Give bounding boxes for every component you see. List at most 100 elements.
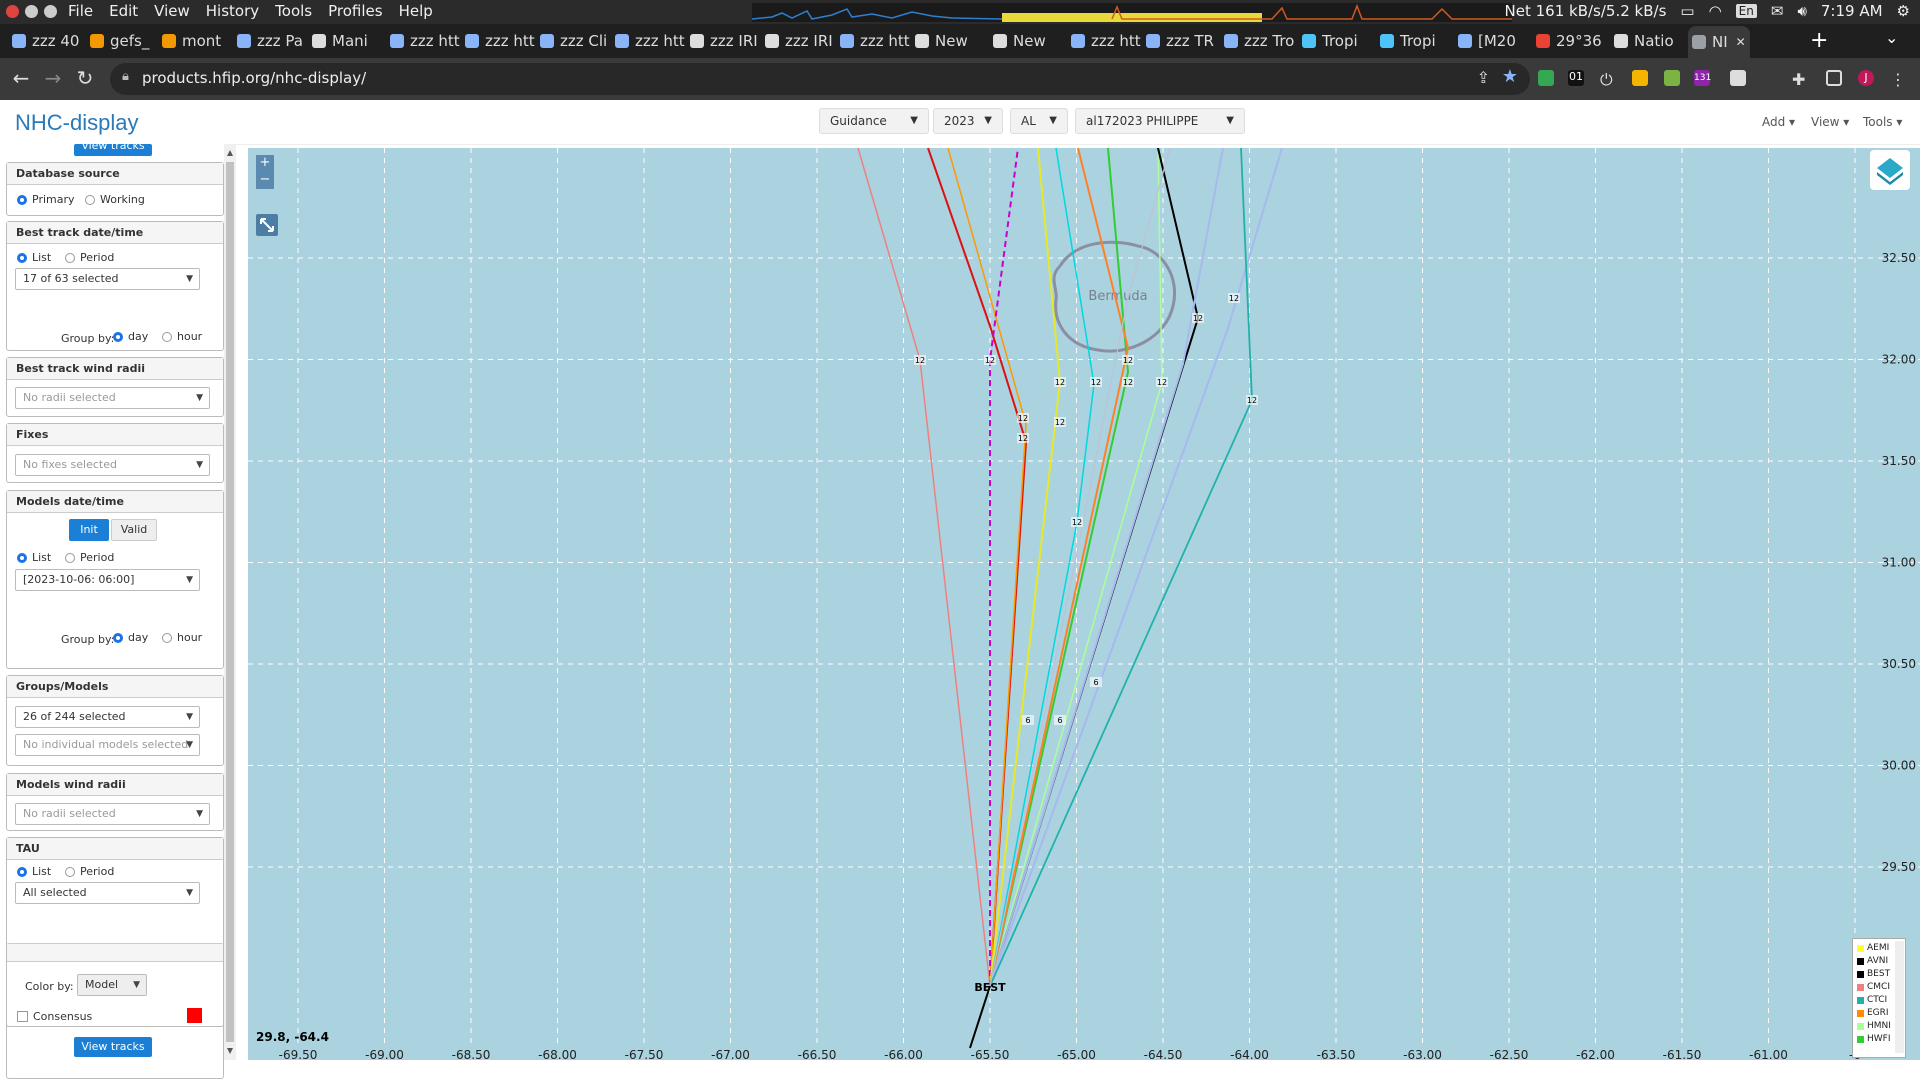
view-tracks-button-top[interactable]: View tracks xyxy=(74,144,152,156)
zoom-in-button[interactable]: + xyxy=(256,155,274,172)
layers-button[interactable] xyxy=(1870,150,1910,190)
mail-icon[interactable]: ✉ xyxy=(1771,2,1784,20)
extension-icon[interactable] xyxy=(1632,70,1648,86)
radio-period[interactable]: Period xyxy=(65,865,114,878)
individual-models-select[interactable]: No individual models selected ▼ xyxy=(15,734,200,756)
browser-tab[interactable]: New xyxy=(989,28,1071,54)
browser-menu-icon[interactable]: ⋮ xyxy=(1890,70,1906,89)
tau-select[interactable]: All selected ▼ xyxy=(15,882,200,904)
browser-tab[interactable]: zzz htt xyxy=(461,28,540,54)
radio-working[interactable]: Working xyxy=(85,193,145,206)
back-icon[interactable]: ← xyxy=(8,66,34,90)
browser-tab[interactable]: 29°36 xyxy=(1532,28,1614,54)
radio-list[interactable]: List xyxy=(17,251,51,264)
tools-menu[interactable]: Tools ▾ xyxy=(1863,115,1902,129)
close-window-icon[interactable] xyxy=(6,5,19,18)
browser-tab[interactable]: zzz Pa xyxy=(233,28,312,54)
side-panel-icon[interactable] xyxy=(1826,70,1842,86)
reload-icon[interactable]: ↻ xyxy=(72,66,98,90)
radio-period[interactable]: Period xyxy=(65,551,114,564)
models-radii-select[interactable]: No radii selected ▼ xyxy=(15,803,210,825)
valid-button[interactable]: Valid xyxy=(111,519,157,541)
fixes-select[interactable]: No fixes selected ▼ xyxy=(15,454,210,476)
add-menu[interactable]: Add ▾ xyxy=(1762,115,1795,129)
radio-hour[interactable]: hour xyxy=(162,631,202,644)
extension-icon[interactable] xyxy=(1664,70,1680,86)
menu-tools[interactable]: Tools xyxy=(275,2,312,20)
best-track-select[interactable]: 17 of 63 selected ▼ xyxy=(15,268,200,290)
storm-select[interactable]: al172023 PHILIPPE ▼ xyxy=(1075,108,1245,134)
product-select[interactable]: Guidance ▼ xyxy=(819,108,929,134)
zoom-out-button[interactable]: − xyxy=(256,172,274,189)
menu-profiles[interactable]: Profiles xyxy=(328,2,382,20)
drive-icon[interactable]: ▭ xyxy=(1680,2,1694,20)
models-datetime-select[interactable]: [2023-10-06: 06:00] ▼ xyxy=(15,569,200,591)
browser-tab[interactable]: New xyxy=(911,28,993,54)
radio-hour[interactable]: hour xyxy=(162,330,202,343)
browser-tab[interactable]: [M20 xyxy=(1454,28,1536,54)
browser-tab[interactable]: zzz TR xyxy=(1142,28,1224,54)
extension-icon[interactable] xyxy=(1538,70,1554,86)
browser-tab[interactable]: Mani xyxy=(308,28,390,54)
menu-edit[interactable]: Edit xyxy=(109,2,138,20)
fullscreen-icon[interactable] xyxy=(256,214,278,236)
extension-badge[interactable]: 131 xyxy=(1694,70,1711,86)
browser-tab[interactable]: zzz htt xyxy=(1067,28,1146,54)
init-button[interactable]: Init xyxy=(69,519,109,541)
clock[interactable]: 7:19 AM xyxy=(1821,2,1883,20)
best-radii-select[interactable]: No radii selected ▼ xyxy=(15,387,210,409)
browser-tab[interactable]: zzz Cli xyxy=(536,28,615,54)
browser-tab[interactable]: Tropi xyxy=(1376,28,1458,54)
browser-tab[interactable]: zzz htt xyxy=(386,28,465,54)
browser-tab[interactable]: zzz 40 xyxy=(8,28,90,54)
browser-tab[interactable]: gefs_ xyxy=(86,28,162,54)
browser-tab[interactable]: zzz IRI xyxy=(761,28,840,54)
menu-history[interactable]: History xyxy=(206,2,259,20)
browser-tab[interactable]: zzz Tro xyxy=(1220,28,1302,54)
maximize-window-icon[interactable] xyxy=(44,5,57,18)
radio-day[interactable]: day xyxy=(113,631,148,644)
menu-help[interactable]: Help xyxy=(399,2,433,20)
browser-tab[interactable]: NI ✕ xyxy=(1688,26,1750,58)
consensus-color-swatch[interactable] xyxy=(187,1008,202,1023)
extension-counter[interactable]: 01 xyxy=(1568,70,1584,86)
track-map[interactable]: -69.50 -69.00 -68.50 -68.00 -67.50 -67.00 -66.… xyxy=(248,148,1920,1060)
volume-icon[interactable]: 🔊︎ xyxy=(1797,2,1806,20)
power-icon[interactable]: ⏻ xyxy=(1600,70,1616,89)
share-icon[interactable]: ⇪ xyxy=(1477,68,1490,87)
ocean-background[interactable] xyxy=(248,148,1920,1060)
lock-icon[interactable]: 🔒︎ xyxy=(122,69,129,84)
browser-tab[interactable]: mont xyxy=(158,28,237,54)
settings-icon[interactable]: ⚙ xyxy=(1897,2,1910,20)
color-by-select[interactable]: Model ▼ xyxy=(77,974,147,996)
bookmark-star-icon[interactable]: ★ xyxy=(1502,66,1518,87)
menu-file[interactable]: File xyxy=(68,2,93,20)
view-tracks-button[interactable]: View tracks xyxy=(74,1037,152,1057)
browser-tab[interactable]: zzz IRI xyxy=(686,28,765,54)
profile-avatar[interactable]: J xyxy=(1858,70,1874,86)
radio-period[interactable]: Period xyxy=(65,251,114,264)
radio-primary[interactable]: Primary xyxy=(17,193,75,206)
basin-select[interactable]: AL ▼ xyxy=(1010,108,1068,134)
radio-list[interactable]: List xyxy=(17,865,51,878)
radio-list[interactable]: List xyxy=(17,551,51,564)
minimize-window-icon[interactable] xyxy=(25,5,38,18)
legend-scrollbar[interactable] xyxy=(1895,941,1904,1053)
consensus-checkbox[interactable]: Consensus xyxy=(17,1010,92,1023)
radio-day[interactable]: day xyxy=(113,330,148,343)
new-tab-icon[interactable]: + xyxy=(1810,28,1828,53)
view-menu[interactable]: View ▾ xyxy=(1811,115,1849,129)
year-select[interactable]: 2023 ▼ xyxy=(933,108,1003,134)
document-icon[interactable] xyxy=(1730,70,1746,86)
menu-view[interactable]: View xyxy=(154,2,190,20)
browser-tab[interactable]: Natio xyxy=(1610,28,1692,54)
address-bar[interactable]: 🔒︎ products.hfip.org/nhc-display/ ⇪ ★ xyxy=(110,63,1530,95)
browser-tab[interactable]: zzz htt xyxy=(611,28,690,54)
close-tab-icon[interactable]: ✕ xyxy=(1736,35,1746,49)
browser-tab[interactable]: Tropi xyxy=(1298,28,1380,54)
groups-select[interactable]: 26 of 244 selected ▼ xyxy=(15,706,200,728)
browser-tab[interactable]: zzz htt xyxy=(836,28,915,54)
forward-icon[interactable]: → xyxy=(40,66,66,90)
tab-search-icon[interactable]: ⌄ xyxy=(1885,28,1898,47)
url-text[interactable]: products.hfip.org/nhc-display/ xyxy=(142,69,366,87)
